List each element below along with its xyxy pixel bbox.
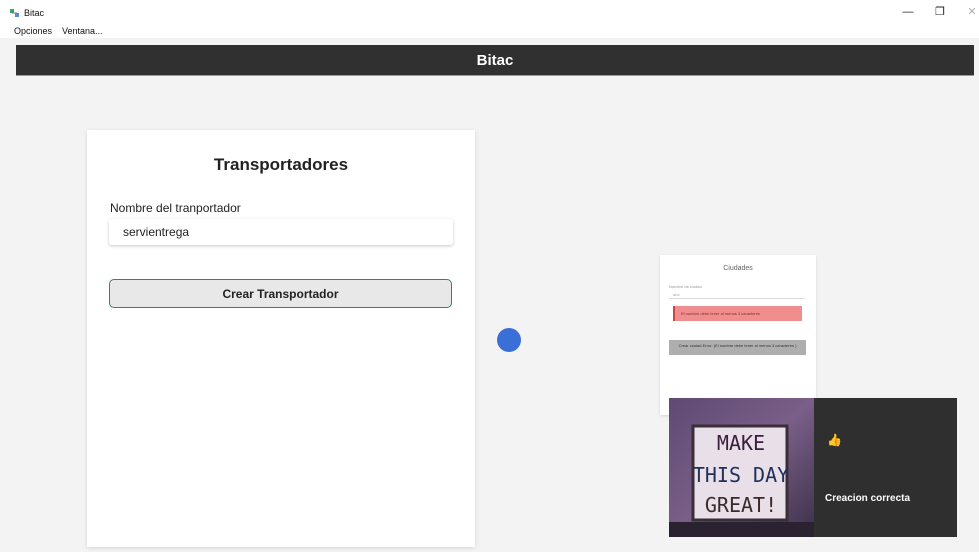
transportador-name-input[interactable] <box>109 219 453 245</box>
toast-message: Creacion correcta <box>825 493 911 504</box>
success-toast: MAKE THIS DAY GREAT! 👍 Creacion correcta <box>669 398 957 537</box>
restore-icon[interactable]: ❐ <box>933 7 947 18</box>
preview-field-label: Nombre de ciudad <box>669 284 702 289</box>
window-titlebar: Bitac — ❐ ✕ <box>0 0 979 24</box>
thumbs-up-icon: 👍 <box>827 433 842 447</box>
transportador-name-label: Nombre del tranportador <box>110 201 241 215</box>
menu-bar: Opciones Ventana... <box>0 24 979 38</box>
crear-transportador-button[interactable]: Crear Transportador <box>109 279 452 308</box>
app-icon <box>10 9 19 17</box>
menu-ventana[interactable]: Ventana... <box>62 26 103 36</box>
preview-field-input: abs <box>669 290 805 299</box>
toast-lightbox-image: MAKE THIS DAY GREAT! <box>669 398 814 537</box>
loading-spinner <box>497 328 521 352</box>
minimize-icon[interactable]: — <box>901 7 915 18</box>
page-title: Transportadores <box>213 155 349 174</box>
preview-button: Crear ciudad Error: (El nombre debe tene… <box>669 340 806 355</box>
lightbox-line-3: GREAT! <box>705 493 777 517</box>
app-header-title: Bitac <box>476 52 514 69</box>
window-title: Bitac <box>24 8 45 18</box>
ciudades-preview-thumbnail: Ciudades Nombre de ciudad abs El nombre … <box>660 255 816 415</box>
preview-error-message: El nombre debe tener al menos 3 caracter… <box>673 306 802 321</box>
close-icon[interactable]: ✕ <box>965 7 979 18</box>
preview-title: Ciudades <box>723 265 753 272</box>
transportadores-card: Transportadores Nombre del tranportador … <box>87 130 475 547</box>
menu-opciones[interactable]: Opciones <box>14 26 52 36</box>
lightbox-line-1: MAKE <box>717 431 765 455</box>
app-header: Bitac <box>16 45 974 76</box>
lightbox-line-2: THIS DAY <box>693 463 789 487</box>
